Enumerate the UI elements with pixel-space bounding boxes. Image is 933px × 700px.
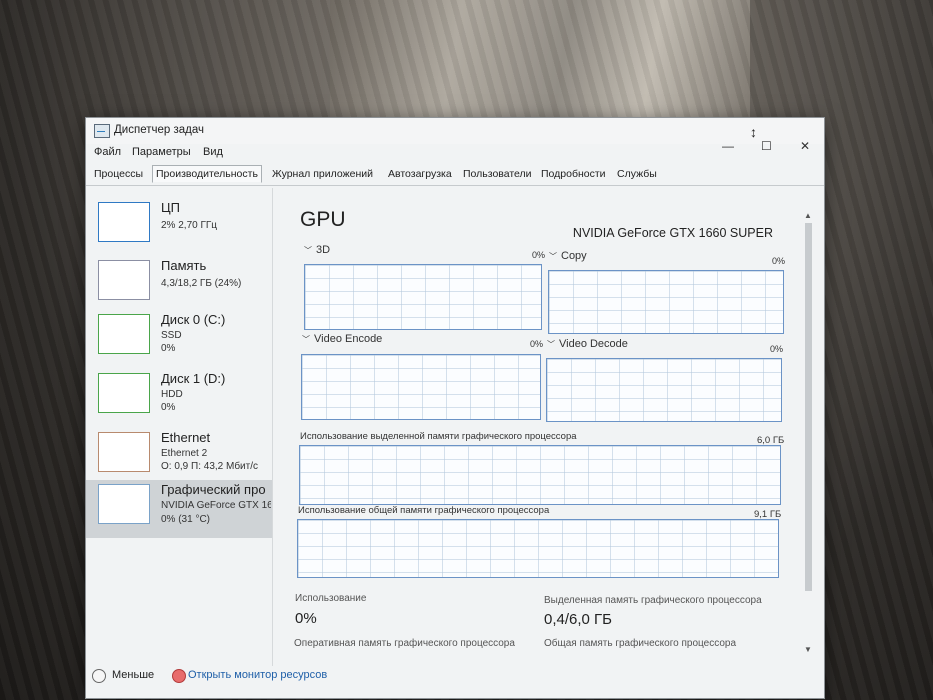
sidebar-item-sub: HDD — [161, 389, 183, 400]
sidebar-item-disk1[interactable]: Диск 1 (D:) HDD 0% — [86, 369, 272, 427]
engine-copy-label: Copy — [561, 250, 587, 262]
sidebar-item-sub: SSD — [161, 330, 182, 341]
gpu-title: GPU — [300, 208, 346, 231]
scroll-down-icon[interactable]: ▼ — [804, 645, 812, 654]
tab-processes[interactable]: Процессы — [94, 168, 143, 180]
sidebar-item-title: Ethernet — [161, 430, 211, 445]
engine-video-encode-label: Video Encode — [314, 333, 383, 345]
sidebar-item-gpu[interactable]: Графический про NVIDIA GeForce GTX 166 0… — [86, 480, 272, 538]
maximize-button[interactable]: ☐ — [761, 140, 772, 152]
tab-app-history[interactable]: Журнал приложений — [272, 168, 373, 180]
sidebar-item-ethernet[interactable]: Ethernet Ethernet 2 О: 0,9 П: 43,2 Мбит/… — [86, 428, 272, 486]
tab-details[interactable]: Подробности — [541, 168, 606, 180]
sidebar-item-sub2: 0% — [161, 343, 176, 354]
engine-video-decode-graph — [546, 358, 782, 422]
vertical-scrollbar[interactable]: ▲ ▼ — [802, 211, 816, 654]
tab-startup[interactable]: Автозагрузка — [388, 168, 452, 180]
engine-3d-graph — [304, 264, 542, 330]
sidebar-item-sub2: О: 0,9 П: 43,2 Мбит/с — [161, 461, 259, 472]
gpu-model-name: NVIDIA GeForce GTX 1660 SUPER — [572, 226, 773, 240]
window-title: Диспетчер задач — [114, 124, 204, 136]
scroll-up-icon[interactable]: ▲ — [804, 211, 812, 220]
ethernet-thumbnail-graph — [98, 432, 150, 472]
sidebar-item-cpu[interactable]: ЦП 2% 2,70 ГГц — [86, 198, 272, 256]
engine-3d-pct: 0% — [532, 250, 546, 260]
sidebar-item-sub: NVIDIA GeForce GTX 166 — [161, 500, 271, 511]
shared-memory-label: Использование общей памяти графического … — [298, 505, 550, 516]
resize-cursor-icon: ↕ — [750, 124, 757, 140]
dedicated-memory-stat-label: Выделенная память графического процессор… — [544, 595, 762, 606]
open-resource-monitor-link[interactable]: Открыть монитор ресурсов — [188, 669, 327, 681]
engine-3d-label: 3D — [316, 244, 331, 256]
engine-video-encode-graph — [301, 354, 541, 420]
fewer-details-link[interactable]: Меньше — [112, 669, 154, 681]
gpu-detail-panel: GPU NVIDIA GeForce GTX 1660 SUPER ﹀ 3D 0%… — [276, 198, 821, 668]
shared-memory-stat-label: Общая память графического процессора — [544, 638, 737, 649]
task-manager-icon — [94, 124, 110, 138]
engine-video-decode-label: Video Decode — [559, 338, 628, 350]
memory-thumbnail-graph — [98, 260, 150, 300]
sidebar-item-sub2: 0% (31 °C) — [161, 514, 211, 525]
dedicated-memory-stat-value: 0,4/6,0 ГБ — [544, 611, 613, 628]
sidebar-item-sub2: 0% — [161, 402, 176, 413]
disk1-thumbnail-graph — [98, 373, 150, 413]
engine-copy-pct: 0% — [772, 256, 786, 266]
sidebar-item-disk0[interactable]: Диск 0 (C:) SSD 0% — [86, 310, 272, 368]
menu-options[interactable]: Параметры — [132, 146, 191, 158]
tab-services[interactable]: Службы — [617, 168, 657, 180]
sidebar-item-title: Память — [161, 258, 207, 273]
engine-3d-selector[interactable]: ﹀ 3D — [304, 244, 330, 256]
shared-memory-graph — [297, 519, 779, 578]
sidebar-item-sub: 4,3/18,2 ГБ (24%) — [161, 278, 242, 289]
resource-monitor-icon — [172, 669, 186, 683]
cpu-thumbnail-graph — [98, 202, 150, 242]
minimize-button[interactable]: — — [722, 140, 734, 152]
close-button[interactable]: ✕ — [800, 140, 810, 152]
engine-copy-selector[interactable]: ﹀ Copy — [549, 250, 587, 262]
task-manager-window: Диспетчер задач ↕ — ☐ ✕ Файл Параметры В… — [85, 117, 825, 699]
menu-view[interactable]: Вид — [203, 146, 223, 158]
engine-video-encode-selector[interactable]: ﹀ Video Encode — [302, 333, 382, 345]
sidebar-item-sub: Ethernet 2 — [161, 448, 208, 459]
tab-bar: Процессы Производительность Журнал прило… — [86, 165, 824, 186]
engine-copy-graph — [548, 270, 784, 334]
scroll-thumb[interactable] — [805, 223, 812, 591]
sidebar-item-memory[interactable]: Память 4,3/18,2 ГБ (24%) — [86, 256, 272, 314]
chevron-down-icon: ﹀ — [549, 252, 557, 261]
disk0-thumbnail-graph — [98, 314, 150, 354]
tab-users[interactable]: Пользователи — [463, 168, 532, 180]
chevron-down-icon: ﹀ — [547, 340, 555, 349]
engine-video-decode-pct: 0% — [770, 344, 784, 354]
sidebar-item-sub: 2% 2,70 ГГц — [161, 220, 218, 231]
tab-performance[interactable]: Производительность — [152, 165, 262, 183]
gpu-thumbnail-graph — [98, 484, 150, 524]
chevron-down-icon: ﹀ — [302, 335, 310, 344]
chevron-down-icon: ﹀ — [304, 246, 312, 255]
engine-video-decode-selector[interactable]: ﹀ Video Decode — [547, 338, 628, 350]
gpu-ram-label: Оперативная память графического процессо… — [294, 638, 515, 649]
dedicated-memory-label: Использование выделенной памяти графичес… — [300, 431, 577, 442]
sidebar-item-title: Диск 0 (C:) — [161, 312, 226, 327]
engine-video-encode-pct: 0% — [530, 339, 544, 349]
usage-label: Использование — [295, 593, 367, 604]
dedicated-memory-graph — [299, 445, 781, 505]
fewer-details-icon[interactable] — [92, 669, 106, 683]
sidebar-item-title: Диск 1 (D:) — [161, 371, 226, 386]
footer-bar: Меньше Открыть монитор ресурсов — [86, 666, 824, 698]
menu-file[interactable]: Файл — [94, 146, 121, 158]
performance-sidebar: ЦП 2% 2,70 ГГц Память 4,3/18,2 ГБ (24%) … — [86, 188, 273, 668]
usage-value: 0% — [295, 610, 317, 627]
title-bar[interactable]: Диспетчер задач ↕ — ☐ ✕ — [86, 118, 824, 152]
sidebar-item-title: Графический про — [161, 482, 266, 497]
sidebar-item-title: ЦП — [161, 200, 180, 215]
